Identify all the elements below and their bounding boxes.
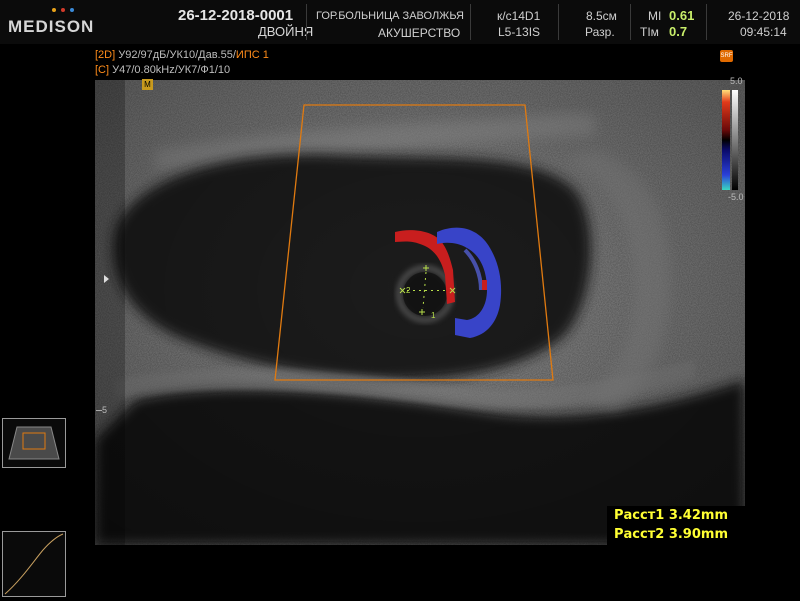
logo-dot-blue xyxy=(70,8,74,12)
focus-marker[interactable]: M xyxy=(142,79,153,90)
mi-label: MI xyxy=(648,9,662,23)
measurement-1: Расст1 3.42mm xyxy=(614,508,728,523)
mode-color-tag: [C] xyxy=(95,64,110,76)
focus-depth-arrow[interactable] xyxy=(104,275,109,283)
exam-time: 09:45:14 xyxy=(740,25,787,39)
probe-label: к/с14D1 xyxy=(497,9,541,23)
measurement-2: Расст2 3.90mm xyxy=(614,527,728,542)
exam-date: 26-12-2018 xyxy=(728,9,790,23)
gray-map-curve-thumbnail[interactable] xyxy=(2,531,66,597)
header-divider xyxy=(630,4,631,40)
logo-dots xyxy=(52,8,74,12)
srf-badge: SRF xyxy=(720,50,733,62)
mode-2d-text: У92/97дБ/УК10/Дав.55/ xyxy=(115,49,236,61)
measurement-2-value: 3.90mm xyxy=(668,527,728,542)
probe-sector-thumbnail[interactable] xyxy=(2,418,66,468)
resolution-label: Разр. xyxy=(585,25,615,39)
sector-icon xyxy=(8,426,60,460)
caliper-2-label: 2 xyxy=(406,286,411,295)
gray-curve-icon xyxy=(4,533,64,595)
mode-2d-tag: [2D] xyxy=(95,49,116,61)
logo-dot-orange xyxy=(52,8,56,12)
medison-logo: MEDISON xyxy=(8,8,93,38)
header-divider xyxy=(306,4,307,40)
mode-color-text: У47/0.80kHz/УК7/Ф1/10 xyxy=(109,64,231,76)
study-id: 26-12-2018-0001 xyxy=(178,7,294,24)
logo-dot-red xyxy=(61,8,65,12)
header-bar: MEDISON 26-12-2018-0001 ДВОЙНЯ ГОР.БОЛЬН… xyxy=(0,0,800,44)
depth-value: 8.5см xyxy=(586,9,617,23)
ultrasound-image: 2 1 xyxy=(95,80,745,545)
header-divider xyxy=(706,4,707,40)
color-velocity-scale xyxy=(722,90,738,190)
mi-value: 0.61 xyxy=(669,8,695,23)
ti-value: 0.7 xyxy=(669,24,688,39)
header-divider xyxy=(470,4,471,40)
hospital-name: ГОР.БОЛЬНИЦА ЗАВОЛЖЬЯ xyxy=(316,10,464,22)
color-scale-max: 5.0 xyxy=(730,76,743,86)
brand-name: MEDISON xyxy=(8,17,95,36)
mode-color-params: [C] У47/0.80kHz/УК7/Ф1/10 xyxy=(95,64,230,76)
header-divider xyxy=(558,4,559,40)
probe-id: L5-13IS xyxy=(498,25,541,39)
depth-scale-label: 5 xyxy=(102,405,108,415)
department-name: АКУШЕРСТВО xyxy=(378,26,461,40)
study-type: ДВОЙНЯ xyxy=(258,24,314,39)
color-scale-min: -5.0 xyxy=(728,192,744,202)
measurement-1-label: Расст1 xyxy=(614,508,665,523)
caliper-1-label: 1 xyxy=(431,311,436,320)
measurement-2-label: Расст2 xyxy=(614,527,665,542)
mode-2d-tail: ИПС 1 xyxy=(235,49,269,61)
ti-label: TIм xyxy=(640,25,659,39)
measurement-1-value: 3.42mm xyxy=(668,508,728,523)
mode-2d-params: [2D] У92/97дБ/УК10/Дав.55/ИПС 1 xyxy=(95,49,269,61)
